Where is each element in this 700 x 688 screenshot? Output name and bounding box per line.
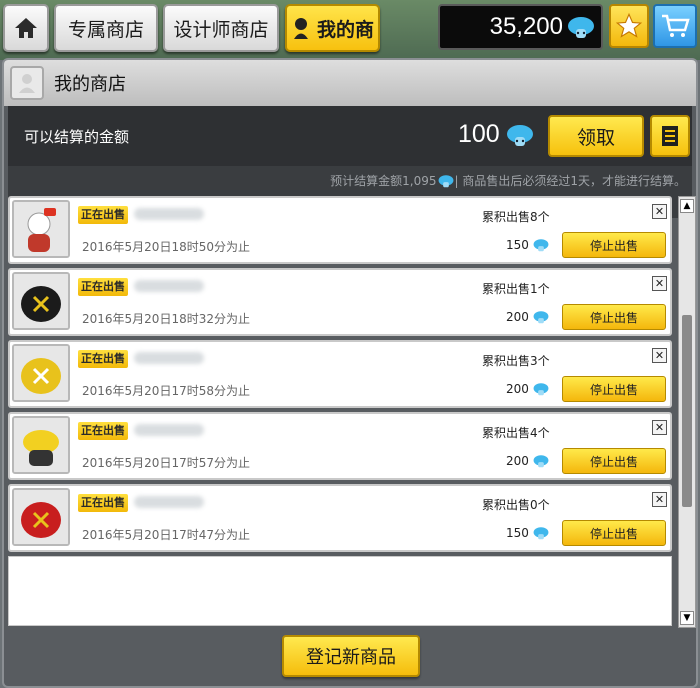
history-button[interactable] (650, 115, 690, 157)
tab-designer-shop[interactable]: 设计师商店 (163, 4, 279, 52)
scrollbar-thumb[interactable] (682, 315, 692, 507)
settlement-amount: 100 (458, 120, 534, 149)
tab-my-shop[interactable]: 我的商 (285, 4, 380, 52)
sold-count: 累积出售8个 (482, 210, 550, 224)
item-price-value: 150 (506, 238, 529, 252)
currency-display: 35,200 (438, 4, 603, 50)
home-button[interactable] (3, 4, 49, 52)
stop-selling-button[interactable]: 停止出售 (562, 520, 666, 546)
item-price-value: 200 (506, 454, 529, 468)
item-price-value: 200 (506, 310, 529, 324)
item-price-value: 200 (506, 382, 529, 396)
item-price-value: 150 (506, 526, 529, 540)
close-icon[interactable]: ✕ (652, 420, 667, 435)
cart-icon (662, 14, 690, 37)
item-date: 2016年5月20日17时57分为止 (82, 456, 250, 470)
sold-count: 累积出售3个 (482, 354, 550, 368)
mushroom-coin-icon (533, 455, 549, 468)
item-thumbnail[interactable] (12, 488, 70, 546)
settlement-amount-value: 100 (458, 120, 500, 148)
stop-selling-button[interactable]: 停止出售 (562, 448, 666, 474)
item-date: 2016年5月20日18时32分为止 (82, 312, 250, 326)
item-thumbnail[interactable] (12, 344, 70, 402)
stop-selling-button[interactable]: 停止出售 (562, 304, 666, 330)
list-item: 正在出售 2016年5月20日18时50分为止 累积出售8个 150 停止出售 … (8, 196, 672, 264)
mushroom-coin-icon (533, 311, 549, 324)
item-price: 150 (506, 526, 549, 540)
scrollbar[interactable]: ▲ ▼ (678, 196, 696, 628)
stop-selling-button[interactable]: 停止出售 (562, 232, 666, 258)
panel-title: 我的商店 (54, 74, 126, 95)
list-item: 正在出售 2016年5月20日18时32分为止 累积出售1个 200 停止出售 … (8, 268, 672, 336)
mushroom-coin-icon (506, 124, 533, 146)
status-badge: 正在出售 (78, 494, 128, 512)
item-price: 150 (506, 238, 549, 252)
item-name-blurred (134, 424, 204, 436)
close-icon[interactable]: ✕ (652, 204, 667, 219)
panel-header: 我的商店 (4, 60, 696, 106)
favorites-button[interactable] (609, 4, 649, 48)
person-icon (293, 18, 308, 39)
currency-amount: 35,200 (489, 13, 563, 40)
item-name-blurred (134, 280, 204, 292)
home-icon (15, 18, 37, 38)
item-price: 200 (506, 454, 549, 468)
list-item: 正在出售 2016年5月20日17时58分为止 累积出售3个 200 停止出售 … (8, 340, 672, 408)
status-badge: 正在出售 (78, 422, 128, 440)
tab-my-shop-label: 我的商 (316, 18, 374, 41)
empty-list-slot (8, 556, 672, 626)
item-name-blurred (134, 352, 204, 364)
close-icon[interactable]: ✕ (652, 348, 667, 363)
status-badge: 正在出售 (78, 350, 128, 368)
mushroom-coin-icon (533, 527, 549, 540)
status-badge: 正在出售 (78, 206, 128, 224)
mushroom-coin-icon (533, 239, 549, 252)
settlement-row: 可以结算的金额 100 领取 (8, 106, 692, 166)
close-icon[interactable]: ✕ (652, 492, 667, 507)
mushroom-coin-icon (568, 17, 594, 38)
sold-count: 累积出售0个 (482, 498, 550, 512)
item-list: 正在出售 2016年5月20日18时50分为止 累积出售8个 150 停止出售 … (8, 196, 674, 628)
item-thumbnail[interactable] (12, 272, 70, 330)
settlement-note-prefix: 预计结算金额1,095 (330, 174, 437, 188)
my-shop-panel: 我的商店 可以结算的金额 100 领取 预计结算金额1,095 | 商品售出后必… (2, 58, 698, 688)
stop-selling-button[interactable]: 停止出售 (562, 376, 666, 402)
sold-count: 累积出售1个 (482, 282, 550, 296)
item-name-blurred (134, 208, 204, 220)
cart-button[interactable] (653, 4, 697, 48)
list-item: 正在出售 2016年5月20日17时47分为止 累积出售0个 150 停止出售 … (8, 484, 672, 552)
scroll-down-icon[interactable]: ▼ (680, 611, 694, 625)
close-icon[interactable]: ✕ (652, 276, 667, 291)
list-item: 正在出售 2016年5月20日17时57分为止 累积出售4个 200 停止出售 … (8, 412, 672, 480)
status-badge: 正在出售 (78, 278, 128, 296)
top-bar: 专属商店 设计师商店 我的商 35,200 (0, 0, 700, 60)
profile-icon (10, 66, 44, 100)
mushroom-coin-icon (533, 383, 549, 396)
item-date: 2016年5月20日18时50分为止 (82, 240, 250, 254)
settlement-note: 预计结算金额1,095 | 商品售出后必须经过1天，才能进行结算。 (330, 172, 686, 189)
item-thumbnail[interactable] (12, 200, 70, 258)
sold-count: 累积出售4个 (482, 426, 550, 440)
claim-button[interactable]: 领取 (548, 115, 644, 157)
scroll-up-icon[interactable]: ▲ (680, 199, 694, 213)
item-date: 2016年5月20日17时47分为止 (82, 528, 250, 542)
tab-exclusive-shop[interactable]: 专属商店 (54, 4, 158, 52)
item-price: 200 (506, 382, 549, 396)
item-thumbnail[interactable] (12, 416, 70, 474)
mushroom-coin-icon (438, 174, 453, 187)
register-new-item-button[interactable]: 登记新商品 (282, 635, 420, 677)
item-price: 200 (506, 310, 549, 324)
item-name-blurred (134, 496, 204, 508)
item-date: 2016年5月20日17时58分为止 (82, 384, 250, 398)
document-icon (662, 126, 678, 146)
star-icon (615, 12, 643, 38)
settlement-note-suffix: | 商品售出后必须经过1天，才能进行结算。 (454, 174, 687, 188)
settlement-label: 可以结算的金额 (24, 128, 130, 146)
